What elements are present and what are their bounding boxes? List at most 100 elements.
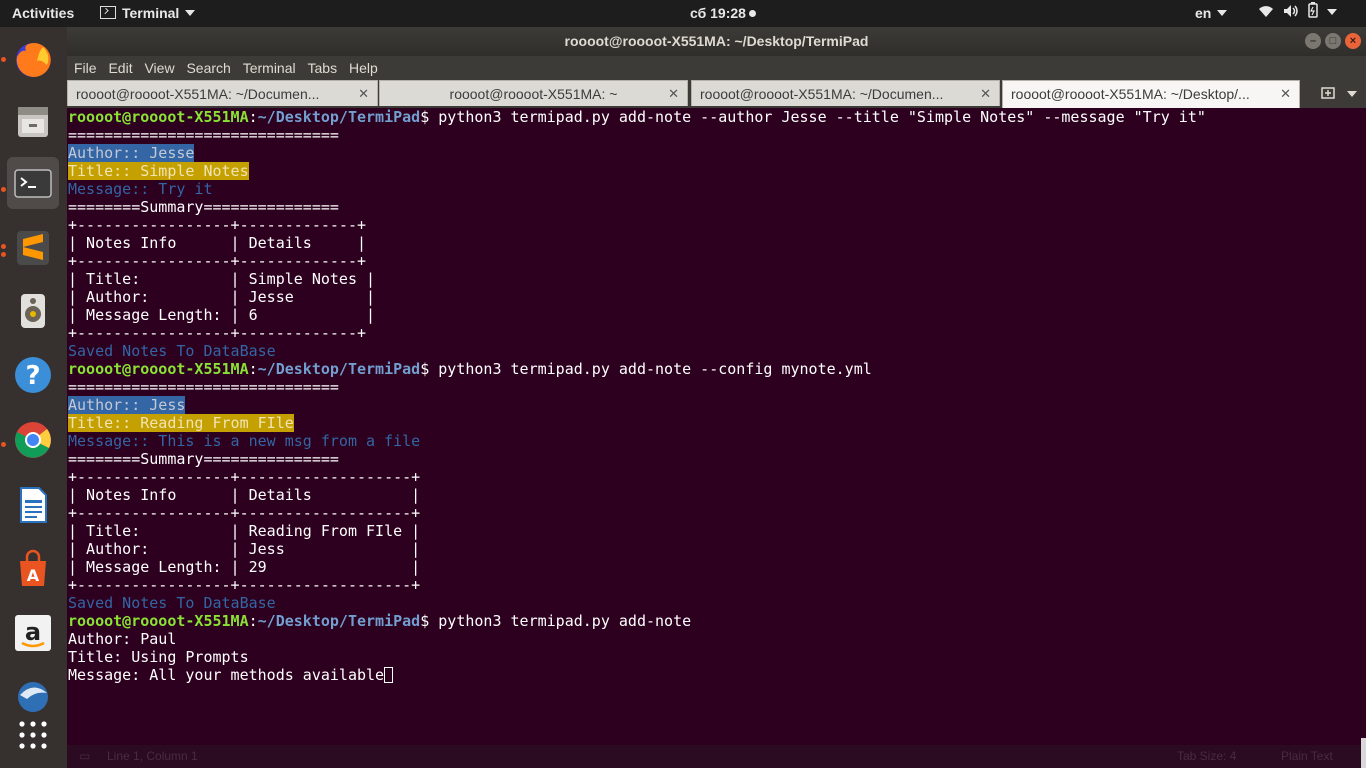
close-tab-icon[interactable]: ✕ xyxy=(980,81,991,106)
close-tab-icon[interactable]: ✕ xyxy=(1280,81,1291,107)
prompt-user: roooot@roooot-X551MA xyxy=(68,612,249,630)
author-output: Author:: Jess xyxy=(68,396,186,414)
background-status-bar: ▭ Line 1, Column 1 Tab Size: 4 Plain Tex… xyxy=(67,745,1366,768)
prompt-end: $ xyxy=(420,108,439,126)
tab-size: Tab Size: 4 xyxy=(1177,749,1237,763)
table-row: +-----------------+-------------+ xyxy=(68,252,367,270)
minimize-button[interactable]: – xyxy=(1305,33,1321,49)
saved-message: Saved Notes To DataBase xyxy=(68,594,276,612)
tab-label: roooot@roooot-X551MA: ~/Documen... xyxy=(700,86,944,102)
dock-files[interactable] xyxy=(7,95,59,147)
dock-firefox[interactable] xyxy=(7,33,59,85)
new-tab-icon[interactable] xyxy=(1321,85,1337,103)
dock-ubuntu-software[interactable]: A xyxy=(7,543,59,595)
scrollbar[interactable] xyxy=(1361,738,1366,768)
running-indicator xyxy=(1,187,6,192)
text-cursor xyxy=(384,667,394,683)
prompt-line: roooot@roooot-X551MA:~/Desktop/TermiPad$… xyxy=(68,108,1358,126)
battery-icon xyxy=(1308,0,1318,27)
menu-edit[interactable]: Edit xyxy=(108,56,132,80)
table-row: +-----------------+-------------+ xyxy=(68,216,367,234)
activities-button[interactable]: Activities xyxy=(12,0,74,27)
tab-1[interactable]: roooot@roooot-X551MA: ~/Documen... ✕ xyxy=(67,80,378,106)
prompt-path: ~/Desktop/TermiPad xyxy=(257,612,421,630)
table-row: | Notes Info | Details | xyxy=(68,234,367,252)
shopping-bag-icon: A xyxy=(20,549,46,586)
terminal-icon xyxy=(14,169,52,198)
chrome-icon xyxy=(15,422,51,458)
window-title: roooot@roooot-X551MA: ~/Desktop/TermiPad xyxy=(564,33,869,49)
author-prompt: Author: Paul xyxy=(68,630,177,648)
dock: ? A a xyxy=(0,27,67,768)
running-indicator xyxy=(1,57,6,62)
app-menu[interactable]: Terminal xyxy=(100,0,196,27)
message-prompt-text: Message: All your methods available xyxy=(68,666,385,684)
tab-label: roooot@roooot-X551MA: ~/Desktop/... xyxy=(1011,86,1250,102)
clock[interactable]: сб 19:28 xyxy=(690,0,756,27)
clock-label: сб 19:28 xyxy=(690,5,746,21)
message-output: Message:: Try it xyxy=(68,180,213,198)
chevron-down-icon xyxy=(1327,9,1337,15)
status-icon: ▭ xyxy=(79,749,91,763)
terminal-icon xyxy=(100,6,116,19)
menu-help[interactable]: Help xyxy=(349,56,378,80)
document-writer-icon xyxy=(20,487,47,523)
menu-search[interactable]: Search xyxy=(186,56,230,80)
table-row: | Notes Info | Details | xyxy=(68,486,421,504)
dock-terminal[interactable] xyxy=(7,157,59,209)
close-icon: × xyxy=(1349,35,1357,47)
wifi-icon xyxy=(1258,0,1274,27)
prompt-path: ~/Desktop/TermiPad xyxy=(257,360,421,378)
dock-rhythmbox[interactable] xyxy=(7,285,59,337)
menu-view[interactable]: View xyxy=(144,56,174,80)
table-row: +-----------------+-------------+ xyxy=(68,324,367,342)
author-output: Author:: Jesse xyxy=(68,144,195,162)
language-indicator[interactable]: en xyxy=(1195,0,1228,27)
maximize-button[interactable]: □ xyxy=(1325,33,1341,49)
chevron-down-icon xyxy=(185,10,196,16)
saved-message: Saved Notes To DataBase xyxy=(68,342,276,360)
dock-help[interactable]: ? xyxy=(7,349,59,401)
prompt-end: $ xyxy=(420,360,439,378)
message-output: Message:: This is a new msg from a file xyxy=(68,432,421,450)
prompt-line: roooot@roooot-X551MA:~/Desktop/TermiPad$… xyxy=(68,360,1358,378)
app-grid-icon xyxy=(19,721,47,749)
table-row: | Title: | Reading From FIle | xyxy=(68,522,421,540)
menu-file[interactable]: File xyxy=(74,56,97,80)
svg-text:?: ? xyxy=(25,361,40,391)
command-text: python3 termipad.py add-note --config my… xyxy=(438,360,872,378)
window-titlebar[interactable]: roooot@roooot-X551MA: ~/Desktop/TermiPad… xyxy=(67,27,1366,56)
close-tab-icon[interactable]: ✕ xyxy=(668,81,679,106)
amazon-icon: a xyxy=(15,615,51,651)
table-row: | Author: | Jesse | xyxy=(68,288,376,306)
menu-bar: File Edit View Search Terminal Tabs Help xyxy=(67,56,1366,80)
close-tab-icon[interactable]: ✕ xyxy=(358,81,369,106)
message-prompt[interactable]: Message: All your methods available xyxy=(68,666,1358,684)
tab-label: roooot@roooot-X551MA: ~ xyxy=(449,86,618,102)
dock-sublime-text[interactable] xyxy=(7,221,59,273)
table-row: +-----------------+-------------------+ xyxy=(68,576,421,594)
close-button[interactable]: × xyxy=(1345,33,1361,49)
prompt-line: roooot@roooot-X551MA:~/Desktop/TermiPad$… xyxy=(68,612,1358,630)
table-row: | Author: | Jess | xyxy=(68,540,421,558)
tab-4-active[interactable]: roooot@roooot-X551MA: ~/Desktop/... ✕ xyxy=(1002,80,1300,108)
title-prompt: Title: Using Prompts xyxy=(68,648,249,666)
menu-terminal[interactable]: Terminal xyxy=(243,56,296,80)
tab-label: roooot@roooot-X551MA: ~/Documen... xyxy=(76,86,320,102)
tab-2[interactable]: roooot@roooot-X551MA: ~ ✕ xyxy=(379,80,688,106)
table-row: +-----------------+-------------------+ xyxy=(68,468,421,486)
terminal-output[interactable]: roooot@roooot-X551MA:~/Desktop/TermiPad$… xyxy=(68,108,1358,748)
firefox-icon xyxy=(16,42,51,77)
dock-libreoffice-writer[interactable] xyxy=(7,479,59,531)
summary-header: ========Summary=============== xyxy=(68,450,339,468)
show-applications-button[interactable] xyxy=(7,709,59,761)
dock-chrome[interactable] xyxy=(7,414,59,466)
top-bar: Activities Terminal сб 19:28 en xyxy=(0,0,1366,27)
cursor-position: Line 1, Column 1 xyxy=(107,749,198,763)
tab-list-chevron-icon[interactable] xyxy=(1347,91,1357,97)
dock-amazon[interactable]: a xyxy=(7,607,59,659)
tab-3[interactable]: roooot@roooot-X551MA: ~/Documen... ✕ xyxy=(691,80,1000,106)
app-menu-label: Terminal xyxy=(122,5,180,21)
menu-tabs[interactable]: Tabs xyxy=(308,56,338,80)
system-menu[interactable] xyxy=(1258,0,1346,27)
